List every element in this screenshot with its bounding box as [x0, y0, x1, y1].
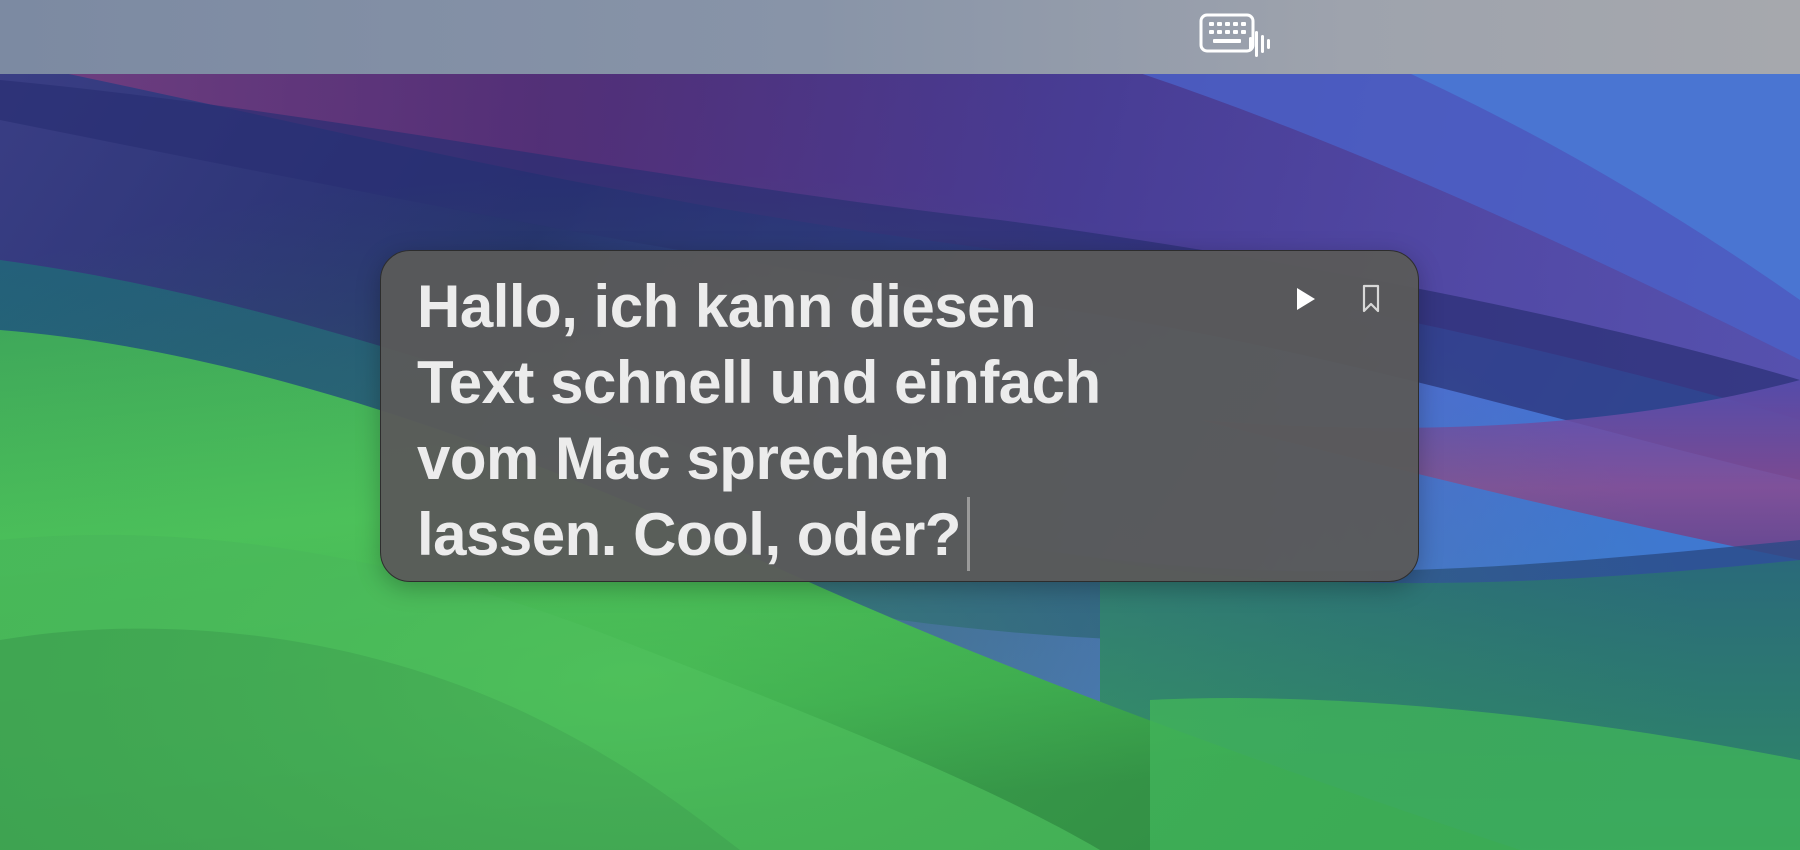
bookmark-button[interactable]	[1356, 279, 1386, 323]
keyboard-speech-icon	[1199, 11, 1275, 64]
menu-bar	[0, 0, 1800, 74]
text-caret	[966, 497, 970, 571]
bookmark-icon	[1361, 284, 1381, 319]
play-button[interactable]	[1287, 279, 1325, 323]
speak-text-field[interactable]: Hallo, ich kann diesen Text schnell und …	[417, 269, 1157, 573]
speak-text: Hallo, ich kann diesen Text schnell und …	[417, 273, 1101, 568]
keyboard-speech-menu-item[interactable]	[1196, 12, 1278, 62]
play-icon	[1294, 286, 1318, 317]
type-to-speak-panel: Hallo, ich kann diesen Text schnell und …	[380, 250, 1419, 582]
